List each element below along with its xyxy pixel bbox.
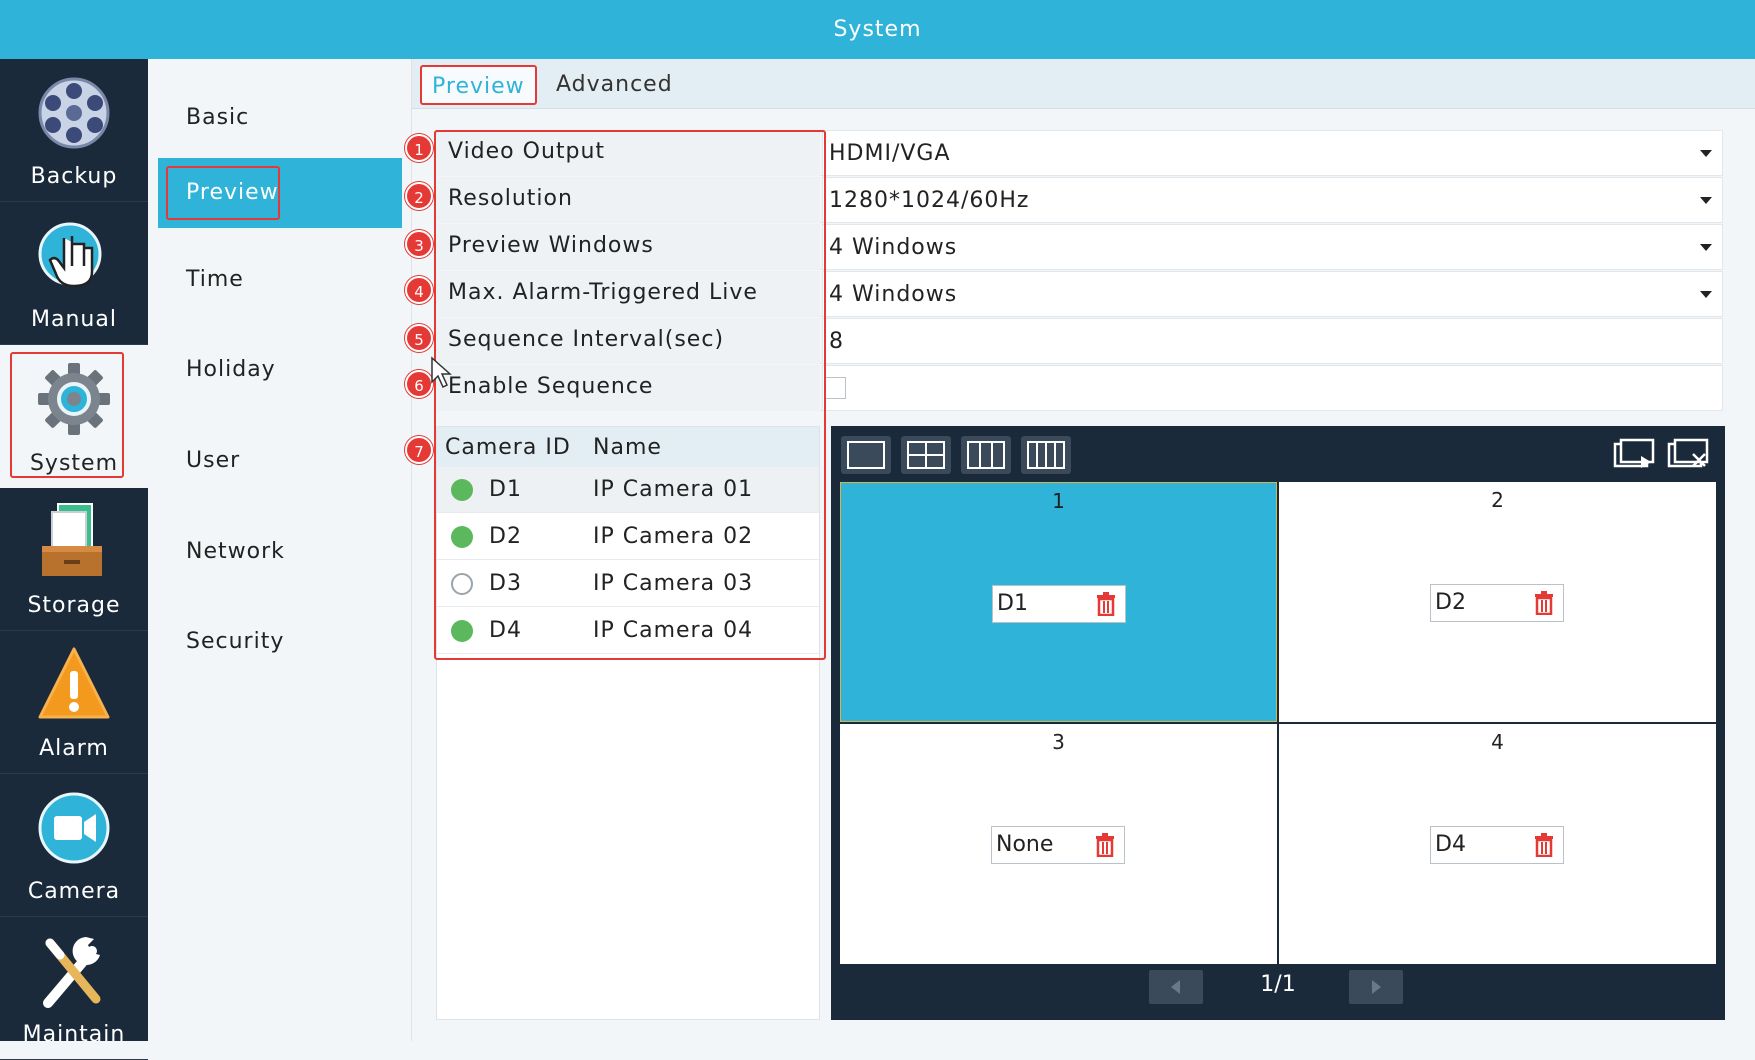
nav-label: Camera — [27, 879, 121, 904]
layout-single-icon — [847, 441, 885, 469]
layout-sixteen-icon — [1027, 441, 1065, 469]
preview-windows-value: 4 Windows — [829, 235, 958, 260]
preview-cell-1[interactable]: 1 D1 — [840, 482, 1277, 722]
cell-camera-label: D2 — [1435, 590, 1466, 615]
layout-16-button[interactable] — [1021, 436, 1071, 474]
cell-camera-chip[interactable]: D4 — [1430, 826, 1564, 864]
system-window: System Backup Manual System Storage Alar… — [0, 0, 1755, 1060]
submenu-network[interactable]: Network — [158, 517, 402, 587]
clear-all-button[interactable] — [1665, 436, 1711, 474]
nav-label: Backup — [30, 164, 118, 189]
cell-camera-label: None — [996, 832, 1054, 857]
submenu-time[interactable]: Time — [158, 245, 402, 315]
preview-cell-3[interactable]: 3 None — [840, 724, 1277, 964]
cell-camera-chip[interactable]: None — [991, 826, 1125, 864]
chevron-right-icon — [1372, 980, 1381, 994]
nav-label: Storage — [27, 593, 121, 618]
preview-cell-2[interactable]: 2 D2 — [1279, 482, 1716, 722]
layout-9-button[interactable] — [961, 436, 1011, 474]
cell-camera-label: D1 — [997, 591, 1028, 616]
nav-label: Alarm — [39, 736, 109, 761]
trash-icon[interactable] — [1094, 833, 1116, 857]
system-highlight-frame — [10, 352, 124, 478]
layout-quad-icon — [907, 441, 945, 469]
nav-label: Manual — [31, 307, 117, 332]
cell-camera-chip[interactable]: D2 — [1430, 584, 1564, 622]
resolution-value: 1280*1024/60Hz — [829, 188, 1030, 213]
cell-camera-chip[interactable]: D1 — [992, 585, 1126, 623]
submenu-holiday[interactable]: Holiday — [158, 335, 402, 405]
layout-1-button[interactable] — [841, 436, 891, 474]
enable-sequence-checkbox[interactable] — [824, 377, 846, 399]
submenu-basic[interactable]: Basic — [158, 83, 402, 153]
step-badge: 7 — [405, 436, 433, 464]
sequence-interval-value: 8 — [829, 329, 844, 354]
film-reel-icon — [38, 77, 110, 149]
main-nav: Backup Manual System Storage Alarm Camer… — [0, 59, 148, 1060]
preview-windows-select[interactable]: 4 Windows — [822, 224, 1723, 270]
video-output-value: HDMI/VGA — [829, 141, 951, 166]
layout-nine-icon — [967, 441, 1005, 469]
cell-number: 2 — [1491, 488, 1504, 512]
max-alarm-select[interactable]: 4 Windows — [822, 271, 1723, 317]
layout-4-button[interactable] — [901, 436, 951, 474]
sequence-interval-input[interactable]: 8 — [822, 318, 1723, 364]
step-badge: 6 — [405, 370, 433, 398]
preview-layout-panel: 1 D1 2 D2 3 None 4 D4 1/1 — [831, 426, 1725, 1020]
cell-camera-label: D4 — [1435, 832, 1466, 857]
camera-icon — [38, 792, 110, 864]
nav-backup[interactable]: Backup — [0, 59, 148, 202]
clear-window-icon — [1667, 438, 1709, 468]
hand-pointer-icon — [38, 222, 102, 288]
nav-label: Maintain — [22, 1022, 126, 1047]
tab-advanced[interactable]: Advanced — [546, 65, 683, 105]
step-badge: 4 — [405, 276, 433, 304]
step-badge: 2 — [405, 182, 433, 210]
nav-storage[interactable]: Storage — [0, 488, 148, 631]
trash-icon[interactable] — [1533, 833, 1555, 857]
preview-cell-4[interactable]: 4 D4 — [1279, 724, 1716, 964]
chevron-left-icon — [1171, 980, 1180, 994]
trash-icon[interactable] — [1095, 592, 1117, 616]
prev-page-button[interactable] — [1149, 970, 1203, 1004]
submenu-user[interactable]: User — [158, 426, 402, 496]
annotation-frame — [434, 130, 826, 660]
preview-highlight-frame — [166, 166, 280, 220]
warning-icon — [38, 647, 110, 719]
max-alarm-value: 4 Windows — [829, 282, 958, 307]
next-page-button[interactable] — [1349, 970, 1403, 1004]
start-preview-button[interactable] — [1611, 436, 1657, 474]
nav-manual[interactable]: Manual — [0, 202, 148, 345]
nav-camera[interactable]: Camera — [0, 774, 148, 917]
cell-number: 1 — [1052, 489, 1065, 513]
step-badge: 3 — [405, 230, 433, 258]
cell-number: 4 — [1491, 730, 1504, 754]
chevron-down-icon — [1700, 150, 1712, 157]
nav-maintain[interactable]: Maintain — [0, 917, 148, 1060]
chevron-down-icon — [1700, 244, 1712, 251]
window-title: System — [0, 0, 1755, 59]
chevron-down-icon — [1700, 197, 1712, 204]
step-badge: 1 — [405, 134, 433, 162]
cell-number: 3 — [1052, 730, 1065, 754]
pager: 1/1 — [831, 966, 1725, 1006]
tools-icon — [43, 937, 101, 1008]
submenu-security[interactable]: Security — [158, 607, 402, 677]
chevron-down-icon — [1700, 291, 1712, 298]
video-output-select[interactable]: HDMI/VGA — [822, 130, 1723, 176]
nav-alarm[interactable]: Alarm — [0, 631, 148, 774]
system-submenu: Basic Preview Time Holiday User Network … — [148, 59, 412, 1041]
mouse-cursor-icon — [431, 356, 452, 389]
play-window-icon — [1613, 438, 1655, 468]
tab-bar: Preview Advanced — [412, 59, 1755, 109]
storage-icon — [42, 503, 102, 576]
page-indicator: 1/1 — [1260, 972, 1296, 997]
resolution-select[interactable]: 1280*1024/60Hz — [822, 177, 1723, 223]
enable-sequence-cell — [822, 365, 1723, 411]
submenu-preview[interactable]: Preview — [158, 158, 402, 228]
step-badge: 5 — [405, 324, 433, 352]
trash-icon[interactable] — [1533, 591, 1555, 615]
tab-preview[interactable]: Preview — [420, 65, 537, 105]
